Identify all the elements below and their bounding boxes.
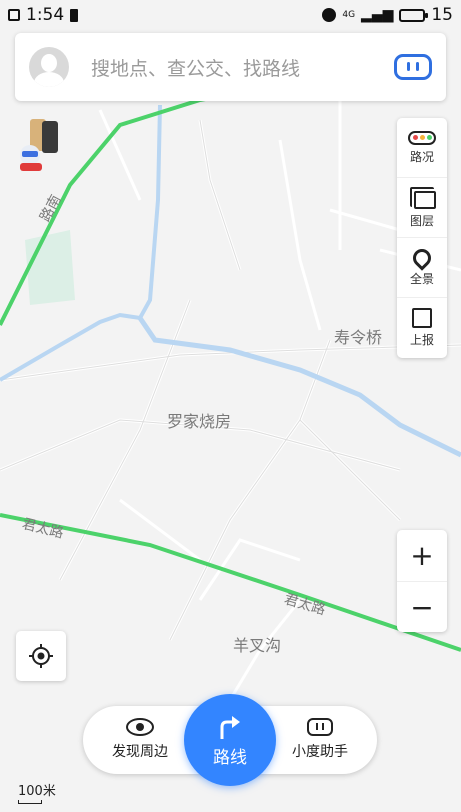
signal-icon: ▂▄▆ [361, 7, 394, 23]
locate-button[interactable] [16, 631, 66, 681]
map-label-yangchagou[interactable]: 羊叉沟 [233, 632, 281, 656]
avatar[interactable] [29, 47, 69, 87]
assistant-icon [307, 718, 333, 736]
zoom-in-button[interactable]: + [397, 530, 447, 581]
turn-right-arrow-icon [220, 715, 240, 739]
map-scale: 100米 [18, 780, 56, 804]
panorama-button[interactable]: 全景 [397, 238, 447, 298]
battery-level: 15 [431, 5, 453, 25]
network-type: 4G [342, 10, 356, 20]
route-label: 路线 [213, 747, 247, 768]
route-button[interactable]: 路线 [184, 694, 276, 786]
nearby-label: 发现周边 [112, 744, 168, 760]
map-canvas[interactable] [0, 0, 461, 812]
layers-icon [410, 186, 436, 209]
assistant-label: 小度助手 [292, 744, 348, 760]
map-label-luojia-shaofang[interactable]: 罗家烧房 [167, 408, 231, 432]
voice-assistant-icon[interactable] [394, 54, 432, 80]
location-pin-icon [409, 244, 435, 271]
layers-button[interactable]: 图层 [397, 178, 447, 238]
battery-icon [399, 8, 429, 22]
map-label-shouling-bridge[interactable]: 寿令桥 [334, 324, 382, 348]
traffic-button[interactable]: 路况 [397, 118, 447, 178]
notification-icon [8, 9, 20, 21]
map-tools-panel: 路况 图层 全景 上报 [397, 118, 447, 358]
data-saver-icon [322, 8, 337, 22]
assistant-button[interactable]: 小度助手 [275, 718, 365, 761]
status-bar: 1:54 4G ▂▄▆ 15 [0, 0, 461, 30]
status-time: 1:54 [26, 5, 65, 25]
zoom-out-button[interactable]: − [397, 581, 447, 632]
traffic-label: 路况 [409, 149, 434, 164]
crosshair-icon [29, 644, 53, 668]
panorama-label: 全景 [409, 271, 434, 286]
nearby-button[interactable]: 发现周边 [95, 718, 185, 761]
edit-icon [412, 308, 432, 328]
promo-sticker-icon[interactable] [12, 117, 64, 173]
zoom-control: + − [397, 530, 447, 632]
eye-icon [126, 718, 154, 736]
layers-label: 图层 [409, 213, 434, 228]
scale-text: 100米 [18, 784, 56, 799]
report-button[interactable]: 上报 [397, 298, 447, 358]
search-bar[interactable]: 搜地点、查公交、找路线 [15, 33, 446, 101]
traffic-icon [408, 130, 436, 145]
sim-icon [70, 8, 79, 22]
report-label: 上报 [409, 333, 434, 347]
scale-bar [18, 800, 42, 804]
search-input[interactable]: 搜地点、查公交、找路线 [91, 54, 394, 81]
